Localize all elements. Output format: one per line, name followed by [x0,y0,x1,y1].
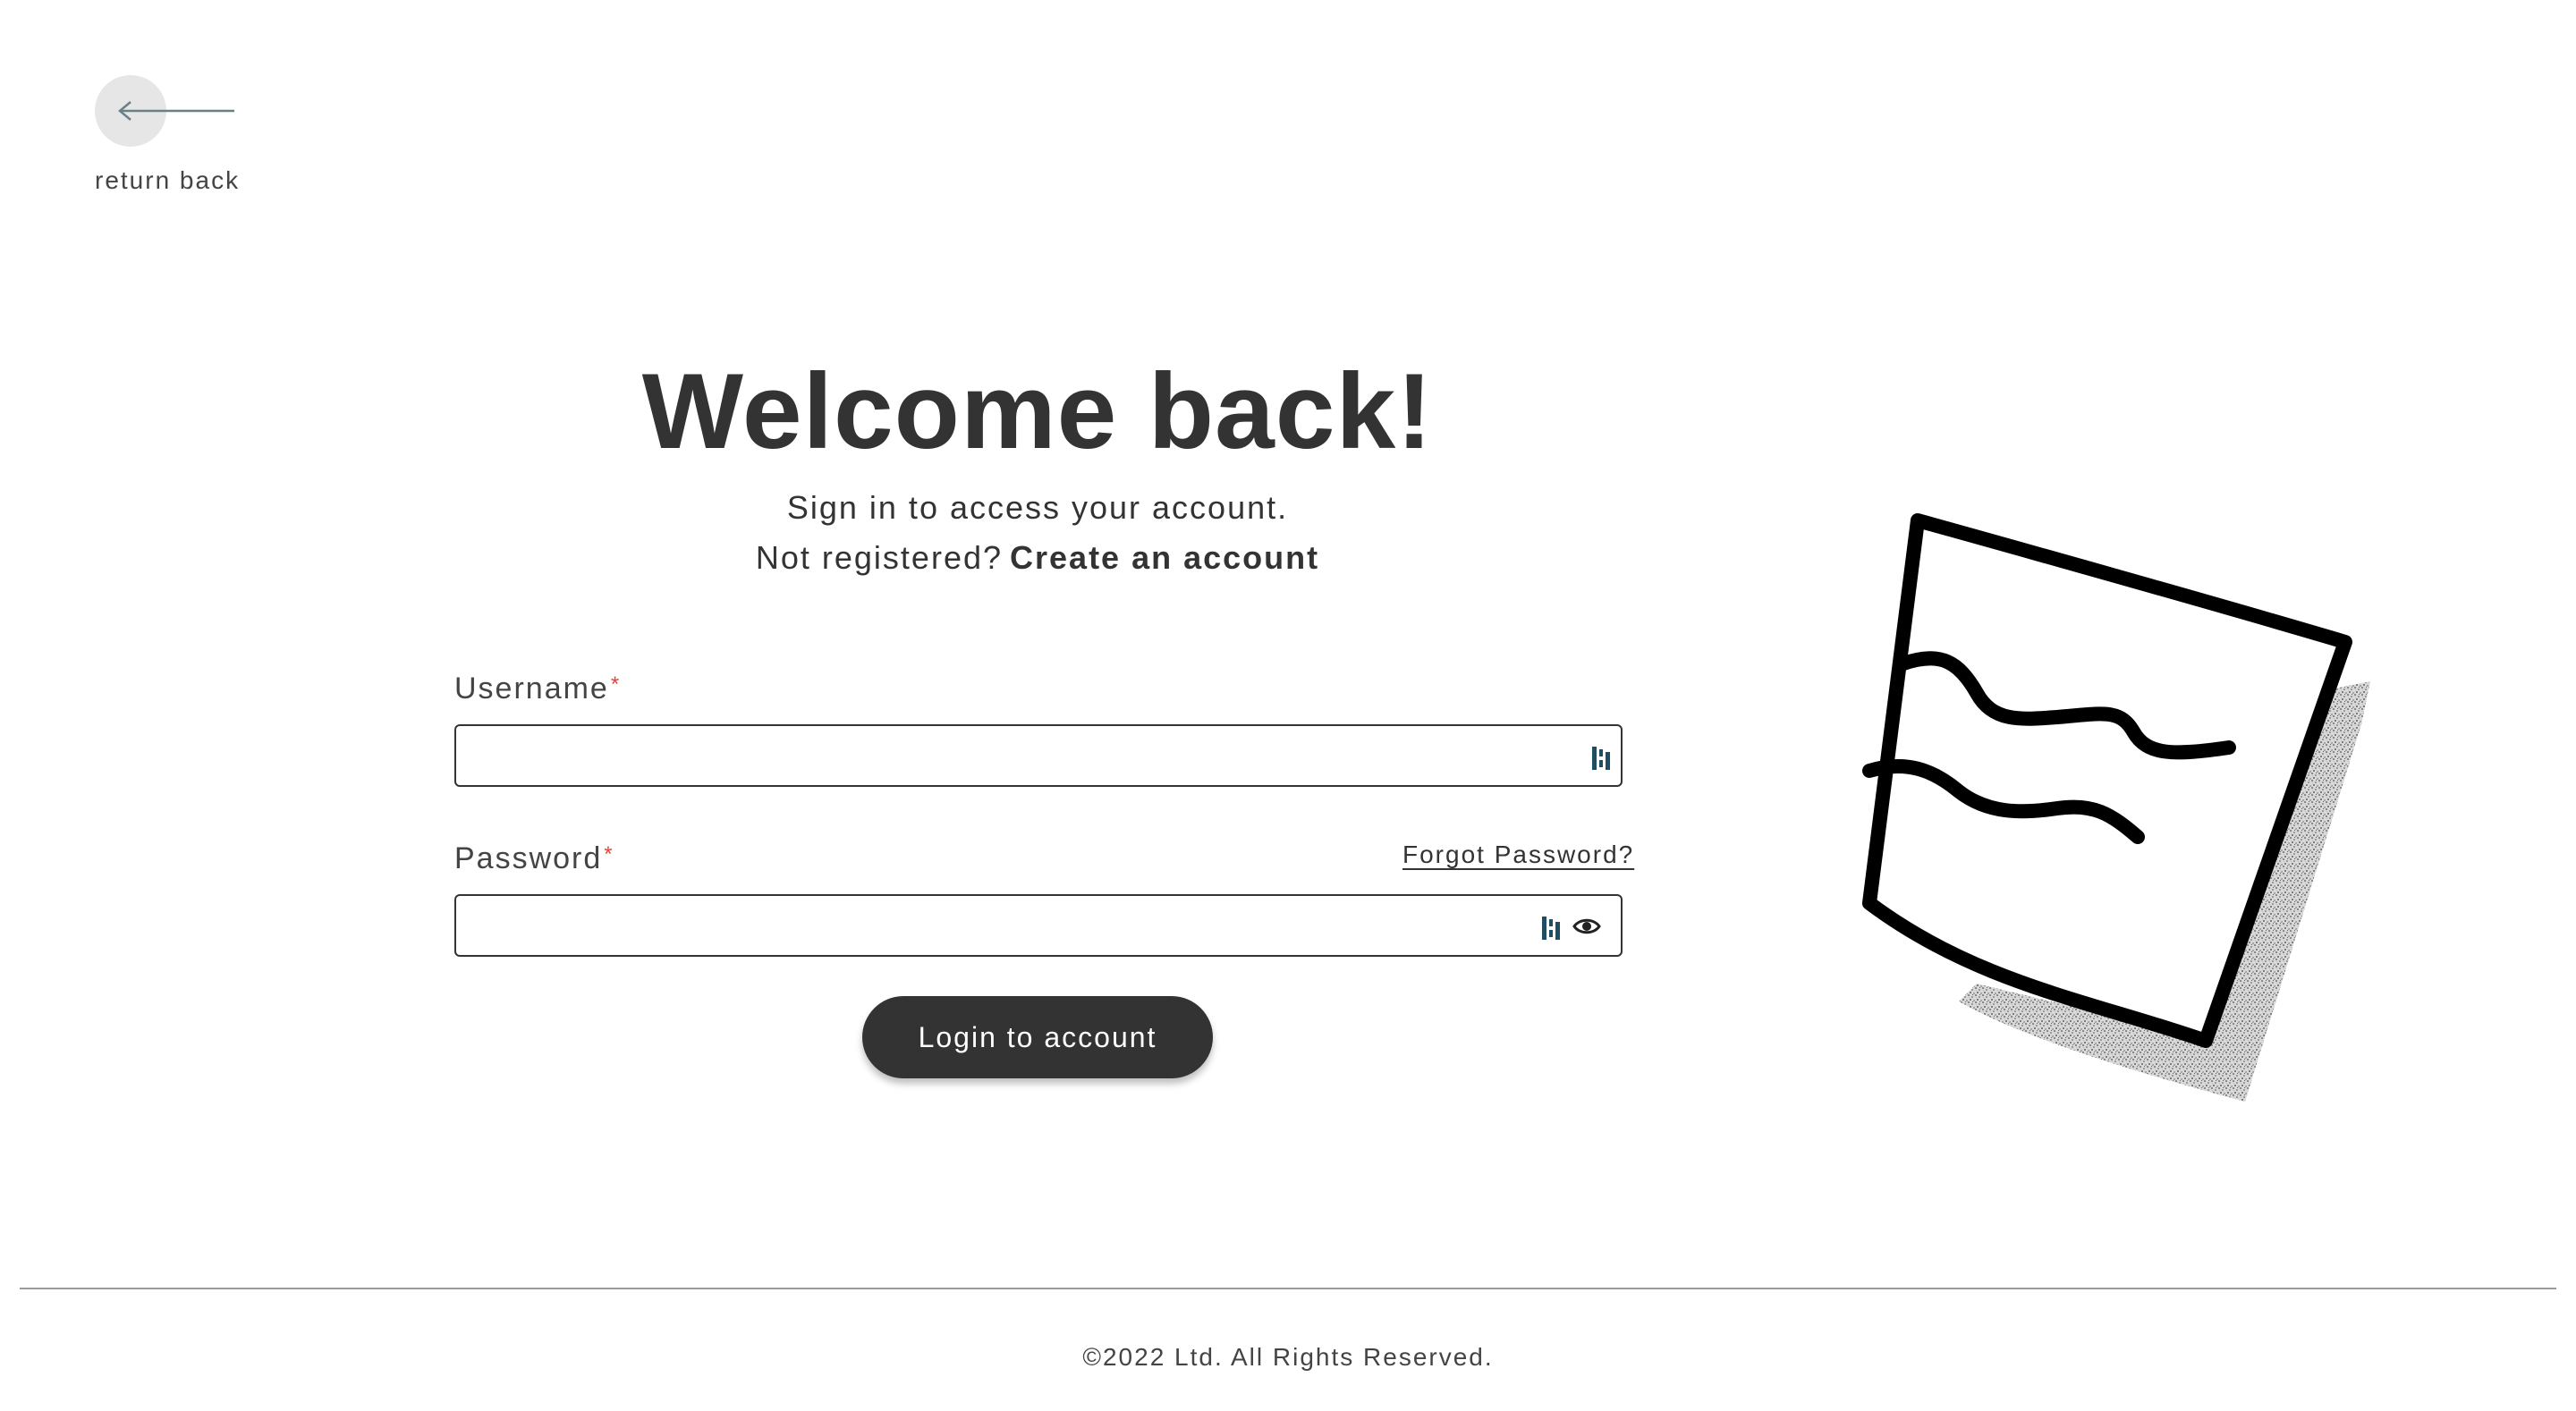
footer-copyright: ©2022 Ltd. All Rights Reserved. [1082,1343,1494,1371]
forgot-password-link[interactable]: Forgot Password? [1402,841,1632,869]
footer-divider [20,1288,2556,1289]
register-prompt: Not registered? [755,539,1004,576]
username-label-text: Username [454,672,609,706]
password-field[interactable] [454,894,1623,957]
username-field[interactable] [454,724,1623,787]
create-account-link[interactable]: Create an account [1010,539,1319,576]
required-marker: * [604,842,614,866]
page-title: Welcome back! [641,351,1434,471]
username-label: Username* [454,671,621,706]
username-input[interactable] [456,726,1621,785]
arrow-left-icon [118,101,234,121]
return-back-link[interactable]: return back [95,75,274,200]
eye-icon[interactable] [1572,916,1601,937]
password-input[interactable] [456,896,1621,955]
required-marker: * [610,672,622,697]
password-manager-icon[interactable] [1540,914,1563,942]
return-back-label[interactable]: return back [95,166,240,195]
wavy-note-illustration [1862,513,2370,1102]
login-button[interactable]: Login to account [862,996,1213,1078]
password-label: Password* [454,841,614,876]
password-label-text: Password [454,841,603,875]
password-manager-icon[interactable] [1590,744,1614,773]
